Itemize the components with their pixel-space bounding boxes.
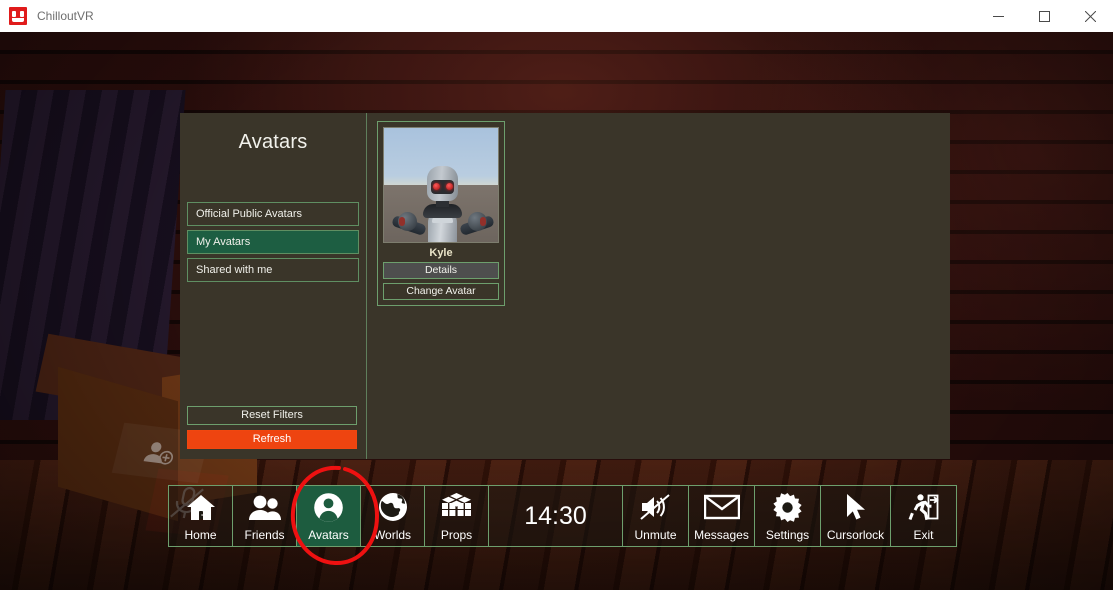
sidebar-actions: Reset Filters Refresh [187, 406, 357, 449]
quickbar-clock: 14:30 [488, 485, 623, 547]
quickbar-item-exit[interactable]: Exit [890, 485, 957, 547]
quickbar-item-avatars[interactable]: Avatars [296, 485, 361, 547]
chilloutvr-logo-icon [9, 7, 27, 25]
window-titlebar: ChilloutVR [0, 0, 1113, 32]
window-title: ChilloutVR [37, 9, 94, 23]
avatar-grid: Kyle Details Change Avatar [377, 121, 505, 306]
quickbar-label-messages: Messages [694, 528, 749, 542]
quickbar-item-cursorlock[interactable]: Cursorlock [820, 485, 891, 547]
envelope-icon [689, 486, 754, 528]
quickbar-label-worlds: Worlds [373, 528, 412, 542]
avatar-card[interactable]: Kyle Details Change Avatar [377, 121, 505, 306]
close-icon[interactable] [1067, 0, 1113, 32]
house-icon [169, 486, 232, 528]
rubiks-cube-icon [425, 486, 488, 528]
mouse-cursor-icon [821, 486, 890, 528]
quickbar-item-unmute[interactable]: Unmute [622, 485, 689, 547]
filter-official-public-avatars[interactable]: Official Public Avatars [187, 202, 359, 226]
avatar-name: Kyle [429, 247, 453, 259]
quickbar-item-props[interactable]: Props [424, 485, 489, 547]
maximize-icon[interactable] [1021, 0, 1067, 32]
quick-menu-bar: Home Friends Avatars Worlds Props 14:30 … [168, 485, 957, 547]
gear-icon [755, 486, 820, 528]
robot-avatar-thumbnail[interactable] [383, 127, 499, 243]
refresh-button[interactable]: Refresh [187, 430, 357, 449]
quickbar-label-exit: Exit [913, 528, 934, 542]
avatar-filter-list: Official Public Avatars My Avatars Share… [180, 202, 366, 282]
quickbar-label-props: Props [440, 528, 473, 542]
quickbar-item-home[interactable]: Home [168, 485, 233, 547]
quickbar-label-cursorlock: Cursorlock [826, 528, 885, 542]
change-avatar-button[interactable]: Change Avatar [383, 283, 499, 300]
exit-door-icon [891, 486, 956, 528]
filter-shared-with-me[interactable]: Shared with me [187, 258, 359, 282]
quickbar-label-avatars: Avatars [308, 528, 349, 542]
menu-sidebar: Avatars Official Public Avatars My Avata… [180, 113, 367, 459]
window-controls [975, 0, 1113, 32]
minimize-icon[interactable] [975, 0, 1021, 32]
quickbar-item-worlds[interactable]: Worlds [360, 485, 425, 547]
quickbar-label-home: Home [184, 528, 217, 542]
clock-value: 14:30 [524, 501, 587, 530]
globe-icon [361, 486, 424, 528]
quickbar-item-friends[interactable]: Friends [232, 485, 297, 547]
person-circle-icon [297, 486, 360, 528]
quickbar-item-messages[interactable]: Messages [688, 485, 755, 547]
people-icon [233, 486, 296, 528]
quickbar-item-settings[interactable]: Settings [754, 485, 821, 547]
avatars-menu-panel: Avatars Official Public Avatars My Avata… [180, 113, 950, 459]
quickbar-label-unmute: Unmute [634, 528, 677, 542]
filter-my-avatars[interactable]: My Avatars [187, 230, 359, 254]
avatar-details-button[interactable]: Details [383, 262, 499, 279]
reset-filters-button[interactable]: Reset Filters [187, 406, 357, 425]
quickbar-label-settings: Settings [765, 528, 810, 542]
speaker-muted-icon [623, 486, 688, 528]
page-title: Avatars [238, 131, 308, 153]
quickbar-label-friends: Friends [244, 528, 285, 542]
